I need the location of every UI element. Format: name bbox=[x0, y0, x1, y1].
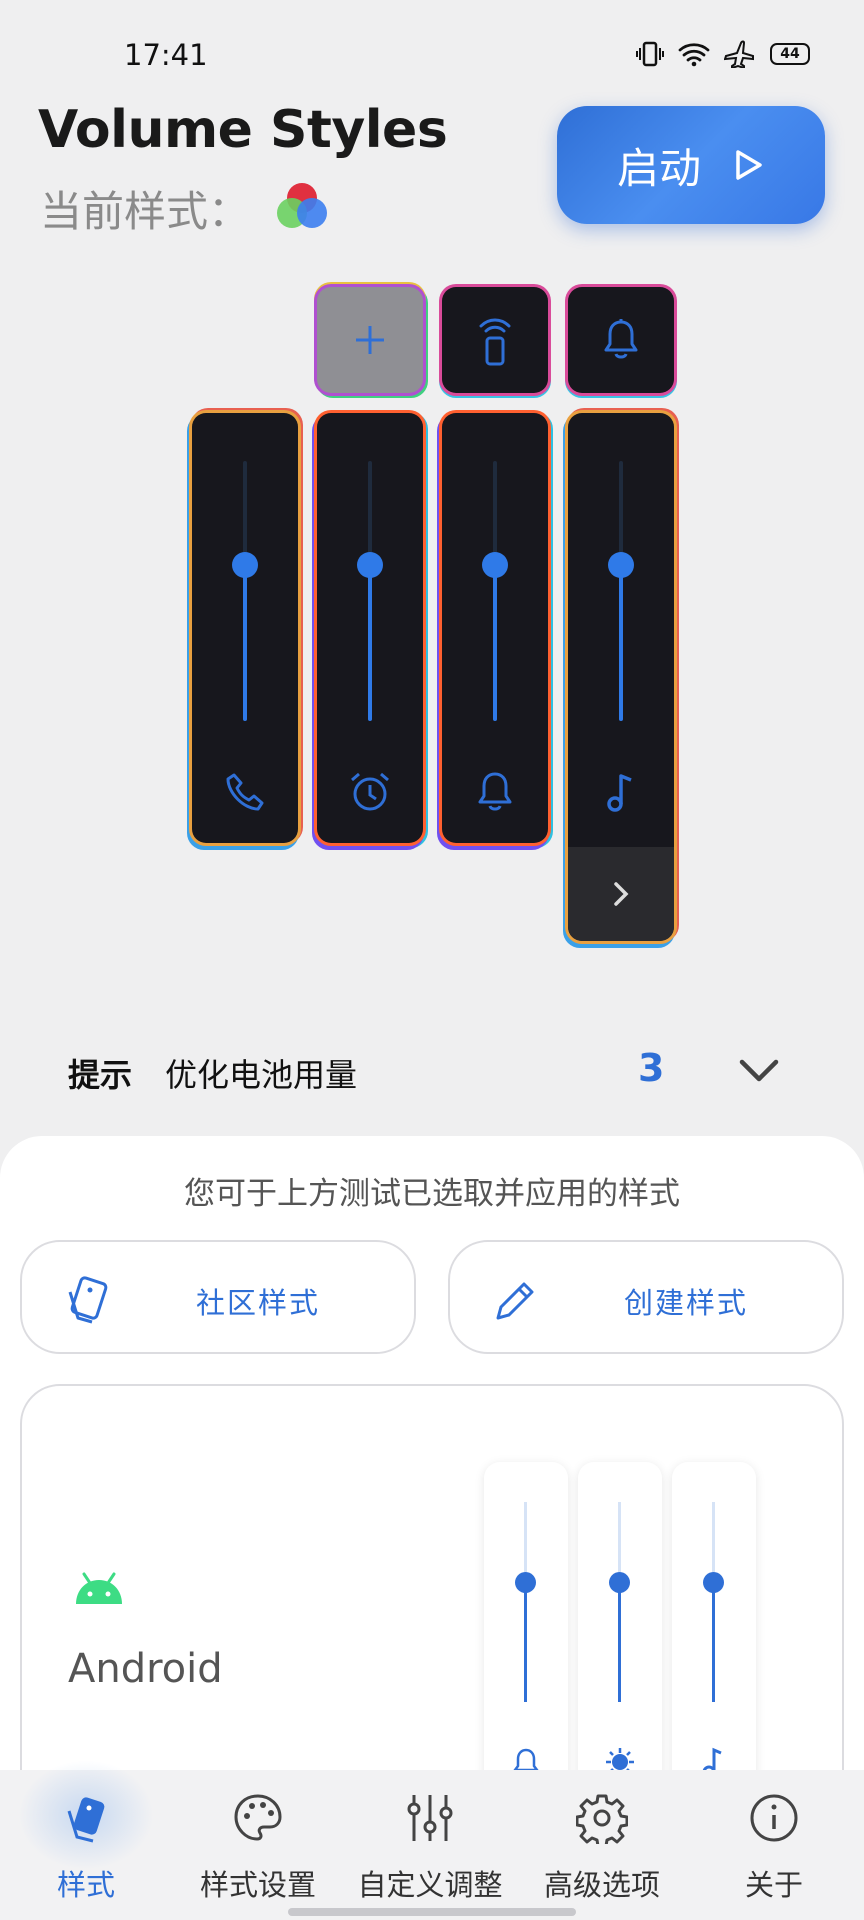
style-name: Android bbox=[68, 1646, 223, 1692]
alarm-icon bbox=[345, 767, 395, 817]
slider-thumb[interactable] bbox=[232, 552, 258, 578]
color-style-icon bbox=[277, 183, 327, 228]
call-volume-slider[interactable] bbox=[192, 413, 298, 843]
slider-fill bbox=[493, 565, 497, 721]
nav-item-about[interactable]: 关于 bbox=[688, 1770, 860, 1920]
start-button-label: 启动 bbox=[616, 143, 701, 193]
battery-indicator: 44 bbox=[770, 43, 810, 65]
nav-item-style-settings[interactable]: 样式设置 bbox=[172, 1770, 344, 1920]
mini-slider-brightness bbox=[578, 1462, 662, 1822]
status-time: 17:41 bbox=[124, 38, 208, 72]
tip-label: 提示 bbox=[68, 1056, 133, 1094]
tip-text: 优化电池用量 bbox=[165, 1056, 358, 1094]
nav-item-advanced[interactable]: 高级选项 bbox=[516, 1770, 688, 1920]
nav-label: 样式 bbox=[56, 1868, 115, 1902]
community-styles-label: 社区样式 bbox=[195, 1286, 320, 1320]
slider-thumb[interactable] bbox=[482, 552, 508, 578]
slider-fill bbox=[619, 565, 623, 721]
slider-thumb[interactable] bbox=[608, 552, 634, 578]
mini-slider-ring bbox=[484, 1462, 568, 1822]
mini-slider-fill bbox=[524, 1582, 527, 1702]
tip-count: 3 bbox=[638, 1046, 665, 1090]
airplane-icon bbox=[724, 40, 754, 68]
create-style-button[interactable]: 创建样式 bbox=[448, 1240, 844, 1354]
current-style-label: 当前样式： bbox=[40, 187, 251, 236]
media-volume-slider[interactable] bbox=[568, 413, 674, 941]
info-icon bbox=[746, 1790, 802, 1846]
nav-label: 样式设置 bbox=[199, 1868, 316, 1902]
play-icon bbox=[736, 150, 762, 180]
home-indicator bbox=[288, 1908, 576, 1916]
slider-fill bbox=[368, 565, 372, 721]
status-icons: 44 bbox=[636, 40, 810, 68]
expand-sliders-button[interactable] bbox=[568, 847, 674, 941]
wifi-icon bbox=[678, 43, 710, 67]
android-icon bbox=[76, 1572, 122, 1604]
vibrate-icon bbox=[636, 41, 664, 67]
plus-icon bbox=[356, 326, 384, 354]
bottom-nav: 样式 样式设置 自定义调整 高级选项 关于 bbox=[0, 1760, 864, 1920]
sliders-icon bbox=[402, 1790, 458, 1846]
nav-label: 高级选项 bbox=[543, 1868, 660, 1902]
add-button[interactable] bbox=[317, 287, 423, 393]
chevron-right-icon bbox=[614, 882, 629, 906]
nav-label: 关于 bbox=[744, 1868, 803, 1902]
bell-icon bbox=[604, 319, 638, 359]
status-bar: 17:41 44 bbox=[0, 0, 864, 110]
mini-slider-thumb bbox=[609, 1572, 630, 1593]
nav-item-custom-adjust[interactable]: 自定义调整 bbox=[344, 1770, 516, 1920]
ring-volume-slider[interactable] bbox=[442, 413, 548, 843]
community-styles-button[interactable]: 社区样式 bbox=[20, 1240, 416, 1354]
remote-cast-button[interactable] bbox=[442, 287, 548, 393]
mini-slider-media bbox=[672, 1462, 756, 1822]
start-button[interactable]: 启动 bbox=[557, 106, 825, 224]
slider-fill bbox=[243, 565, 247, 721]
style-cards-icon bbox=[58, 1790, 114, 1846]
gear-icon bbox=[574, 1790, 630, 1846]
create-style-label: 创建样式 bbox=[623, 1286, 748, 1320]
nav-label: 自定义调整 bbox=[357, 1868, 503, 1902]
tip-row[interactable]: 提示 优化电池用量 3 bbox=[0, 1030, 864, 1110]
palette-icon bbox=[230, 1790, 286, 1846]
phone-icon bbox=[220, 767, 270, 817]
app-title: Volume Styles bbox=[38, 100, 448, 160]
mini-slider-fill bbox=[712, 1582, 715, 1702]
nav-item-styles[interactable]: 样式 bbox=[0, 1760, 172, 1920]
notification-button[interactable] bbox=[568, 287, 674, 393]
mini-slider-fill bbox=[618, 1582, 621, 1702]
alarm-volume-slider[interactable] bbox=[317, 413, 423, 843]
cast-remote-icon bbox=[479, 318, 511, 366]
slider-thumb[interactable] bbox=[357, 552, 383, 578]
bell-icon bbox=[470, 767, 520, 817]
music-note-icon bbox=[596, 767, 646, 817]
mini-slider-thumb bbox=[703, 1572, 724, 1593]
chevron-down-icon[interactable] bbox=[736, 1052, 782, 1092]
sheet-hint: 您可于上方测试已选取并应用的样式 bbox=[184, 1176, 680, 1212]
mini-slider-thumb bbox=[515, 1572, 536, 1593]
